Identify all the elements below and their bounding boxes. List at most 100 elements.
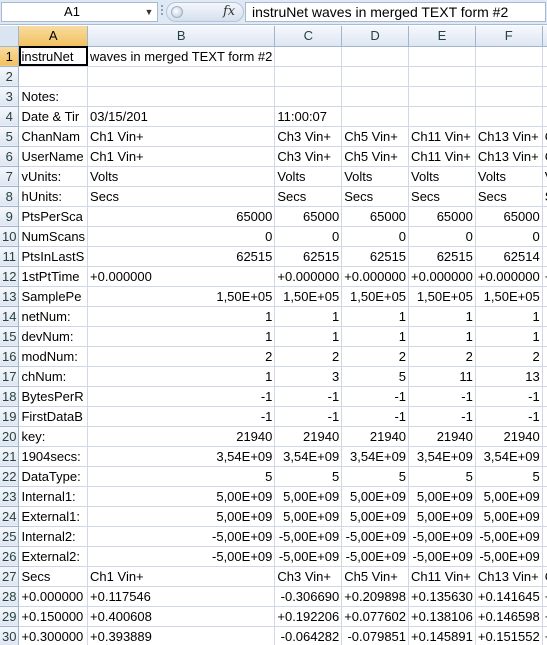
cell-f19[interactable]: -1 [475,406,543,427]
cell-e9[interactable]: 65000 [408,206,476,227]
cell-a9[interactable]: PtsPerSca [18,206,89,227]
cell-c17[interactable]: 3 [274,366,343,387]
cell-g7[interactable]: Volts [542,166,547,187]
row-header[interactable]: 1 [0,46,20,67]
cell-b18[interactable]: -1 [87,386,276,407]
cell-f14[interactable]: 1 [475,306,543,327]
expand-formula-icon[interactable] [171,6,183,18]
cell-e28[interactable]: +0.135630 [408,586,476,607]
cell-f12[interactable]: +0.000000 [475,266,543,287]
cell-a24[interactable]: External1: [18,506,89,527]
cell-b23[interactable]: 5,00E+09 [87,486,276,507]
cell-a8[interactable]: hUnits: [18,186,89,207]
cell-a2[interactable] [18,66,89,87]
cell-b13[interactable]: 1,50E+05 [87,286,276,307]
cell-e1[interactable] [408,46,476,67]
cell-e14[interactable]: 1 [408,306,476,327]
cell-a15[interactable]: devNum: [18,326,89,347]
cell-g5[interactable]: Ch15 Vin+ [542,126,547,147]
row-header[interactable]: 8 [0,186,20,207]
name-box[interactable]: A1 ▼ [1,2,158,22]
cell-f24[interactable]: 5,00E+09 [475,506,543,527]
row-header[interactable]: 9 [0,206,20,227]
row-header[interactable]: 26 [0,546,20,567]
cell-b11[interactable]: 62515 [87,246,276,267]
cell-b6[interactable]: Ch1 Vin+ [87,146,276,167]
cell-b12[interactable]: +0.000000 [87,266,276,287]
cell-a14[interactable]: netNum: [18,306,89,327]
cell-b24[interactable]: 5,00E+09 [87,506,276,527]
cell-g21[interactable]: 3,54E+09 [542,446,547,467]
cell-g3[interactable] [542,86,547,107]
row-header[interactable]: 5 [0,126,20,147]
cell-d12[interactable]: +0.000000 [341,266,410,287]
cell-e25[interactable]: -5,00E+09 [408,526,476,547]
cell-b19[interactable]: -1 [87,406,276,427]
cell-a1[interactable]: instruNet [18,46,89,67]
cell-d14[interactable]: 1 [341,306,410,327]
cell-e23[interactable]: 5,00E+09 [408,486,476,507]
cell-b2[interactable] [87,66,276,87]
cell-d3[interactable] [341,86,410,107]
row-header[interactable]: 6 [0,146,20,167]
cell-d20[interactable]: 21940 [341,426,410,447]
cell-a26[interactable]: External2: [18,546,89,567]
cell-f8[interactable]: Secs [475,186,543,207]
cell-f1[interactable] [475,46,543,67]
cell-d26[interactable]: -5,00E+09 [341,546,410,567]
cell-f15[interactable]: 1 [475,326,543,347]
cell-d27[interactable]: Ch5 Vin+ [341,566,410,587]
cell-f2[interactable] [475,66,543,87]
cell-c16[interactable]: 2 [274,346,343,367]
cell-e13[interactable]: 1,50E+05 [408,286,476,307]
cell-e21[interactable]: 3,54E+09 [408,446,476,467]
cell-d22[interactable]: 5 [341,466,410,487]
cell-f25[interactable]: -5,00E+09 [475,526,543,547]
cell-b21[interactable]: 3,54E+09 [87,446,276,467]
cell-e6[interactable]: Ch11 Vin+ [408,146,476,167]
cell-e7[interactable]: Volts [408,166,476,187]
cell-c8[interactable]: Secs [274,186,343,207]
cell-g18[interactable]: -1 [542,386,547,407]
cell-d6[interactable]: Ch5 Vin+ [341,146,410,167]
cell-f26[interactable]: -5,00E+09 [475,546,543,567]
cell-f16[interactable]: 2 [475,346,543,367]
column-header-a[interactable]: A [18,26,89,47]
cell-c20[interactable]: 21940 [274,426,343,447]
cell-a28[interactable]: +0.000000 [18,586,89,607]
cell-a19[interactable]: FirstDataB [18,406,89,427]
cell-f6[interactable]: Ch13 Vin+ [475,146,543,167]
name-box-dropdown-icon[interactable]: ▼ [143,3,155,21]
cell-a17[interactable]: chNum: [18,366,89,387]
cell-a4[interactable]: Date & Tir [18,106,89,127]
cell-g19[interactable]: -1 [542,406,547,427]
cell-b29[interactable]: +0.400608 [87,606,276,627]
row-header[interactable]: 24 [0,506,20,527]
cell-c13[interactable]: 1,50E+05 [274,286,343,307]
cell-e30[interactable]: +0.145891 [408,626,476,645]
cell-e19[interactable]: -1 [408,406,476,427]
row-header[interactable]: 21 [0,446,20,467]
cell-d24[interactable]: 5,00E+09 [341,506,410,527]
cell-g23[interactable]: 5,00E+09 [542,486,547,507]
cell-f17[interactable]: 13 [475,366,543,387]
row-header[interactable]: 27 [0,566,20,587]
cell-g28[interactable]: +0.0737102e+0 [542,586,547,607]
cell-b28[interactable]: +0.117546 [87,586,276,607]
cell-f22[interactable]: 5 [475,466,543,487]
row-header[interactable]: 11 [0,246,20,267]
row-header[interactable]: 14 [0,306,20,327]
cell-e22[interactable]: 5 [408,466,476,487]
cell-c30[interactable]: -0.064282 [274,626,343,645]
cell-a13[interactable]: SamplePe [18,286,89,307]
cell-g12[interactable]: +0.000000000e+000 [542,266,547,287]
cell-d18[interactable]: -1 [341,386,410,407]
cell-d5[interactable]: Ch5 Vin+ [341,126,410,147]
cell-c21[interactable]: 3,54E+09 [274,446,343,467]
row-header[interactable]: 25 [0,526,20,547]
cell-d30[interactable]: -0.079851 [341,626,410,645]
cell-f29[interactable]: +0.146598 [475,606,543,627]
cell-d13[interactable]: 1,50E+05 [341,286,410,307]
cell-a30[interactable]: +0.300000 [18,626,89,645]
cell-g20[interactable]: 21940 [542,426,547,447]
